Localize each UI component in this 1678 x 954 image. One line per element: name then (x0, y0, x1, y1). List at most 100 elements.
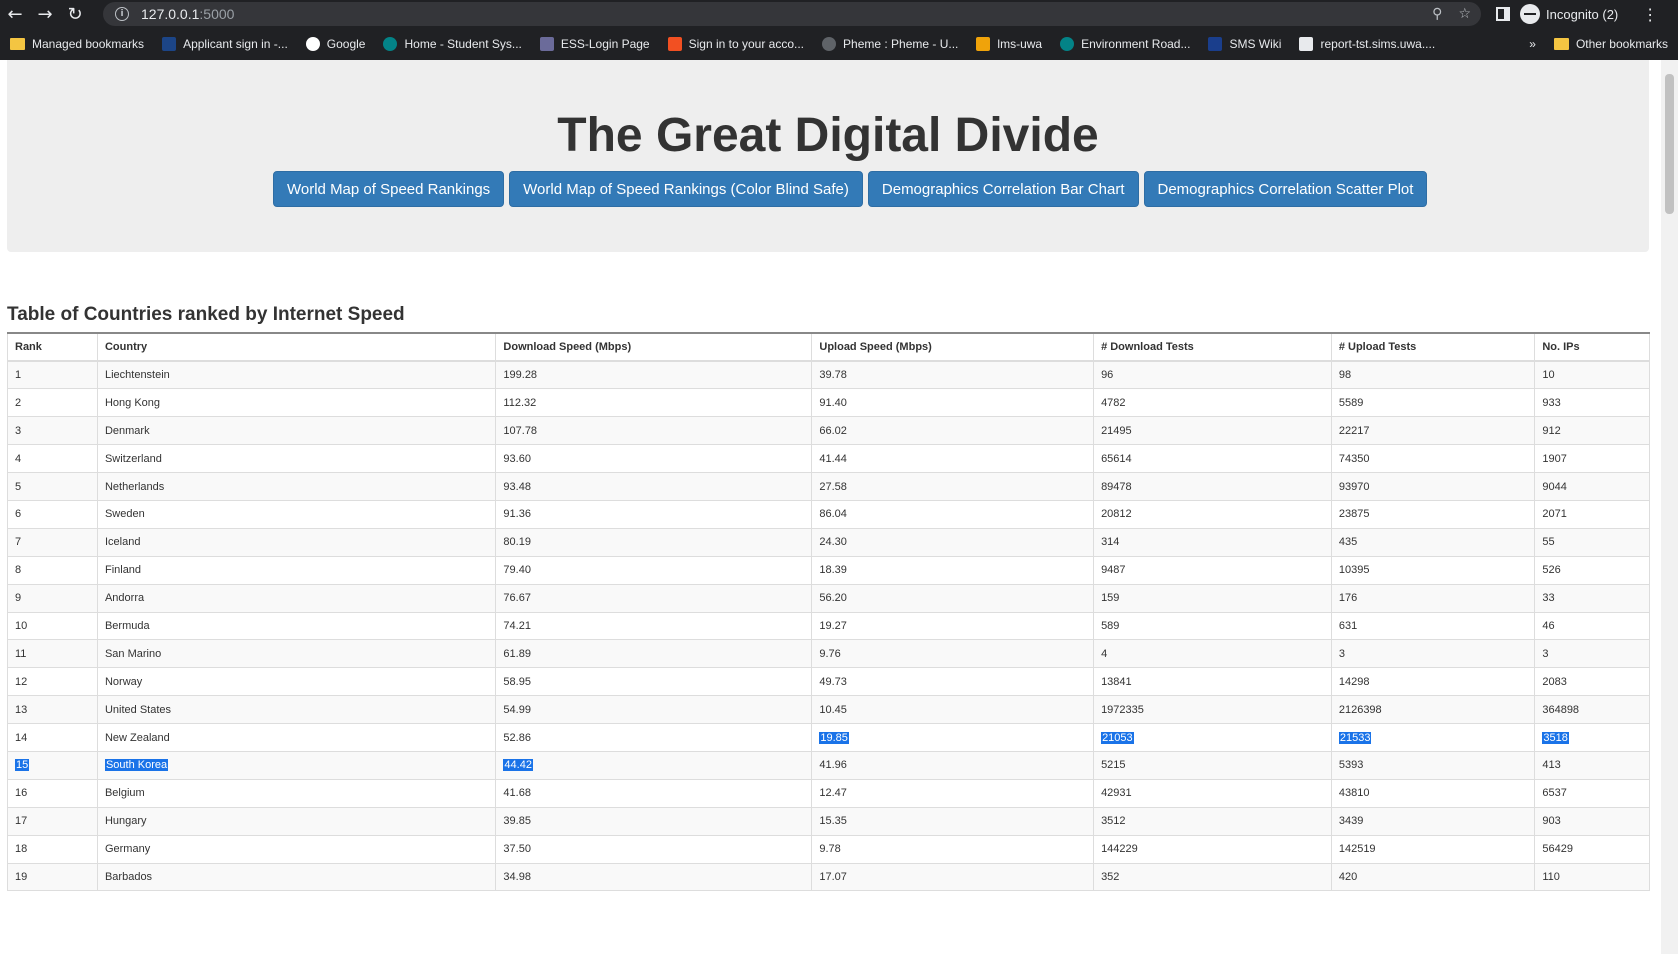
wiki-icon (1208, 37, 1223, 51)
table-cell: 352 (1093, 862, 1332, 892)
table-cell: 3 (7, 416, 98, 446)
cell-text: 3439 (1338, 815, 1364, 828)
zoom-icon[interactable]: ⚲ (1432, 6, 1442, 22)
cell-text: 903 (1542, 815, 1561, 828)
table-row: 13 United States 54.99 10.45 1972335 2126398 3… (7, 695, 1650, 725)
table-cell: Bermuda (96, 611, 497, 641)
column-header[interactable]: Country (96, 332, 497, 362)
column-header[interactable]: # Download Tests (1093, 332, 1332, 362)
bookmark-item[interactable]: Applicant sign in -... (162, 37, 288, 51)
cell-text: 1972335 (1101, 703, 1144, 716)
demographics-bar-chart-button[interactable]: Demographics Correlation Bar Chart (867, 171, 1139, 207)
table-cell: 10 (7, 611, 98, 641)
cell-text: 27.58 (819, 480, 847, 493)
world-map-button[interactable]: World Map of Speed Rankings (273, 171, 505, 207)
table-cell: Germany (96, 834, 497, 864)
bookmark-label: Google (326, 37, 366, 51)
info-icon[interactable]: i (115, 7, 129, 21)
table-cell: 33 (1534, 583, 1650, 613)
bookmark-star-icon[interactable]: ☆ (1458, 6, 1471, 22)
table-cell: 3 (1534, 639, 1650, 669)
incognito-profile-button[interactable]: Incognito (2) (1520, 4, 1618, 24)
table-cell: 4 (7, 444, 98, 474)
cell-text: 4782 (1101, 396, 1126, 409)
bookmark-item[interactable]: Managed bookmarks (10, 37, 144, 51)
sharepoint-icon (383, 37, 398, 51)
table-cell: 9487 (1093, 555, 1332, 585)
cell-text: 91.40 (819, 396, 847, 409)
table-cell: 39.85 (495, 806, 813, 836)
table-cell: Iceland (96, 527, 497, 557)
address-bar[interactable]: i 127.0.0.1:5000 ⚲ ☆ (103, 2, 1481, 26)
table-cell: 5393 (1330, 750, 1536, 780)
cell-text: 79.40 (503, 564, 531, 577)
column-header[interactable]: # Upload Tests (1330, 332, 1536, 362)
table-cell: New Zealand (96, 723, 497, 752)
table-cell: 15.35 (811, 806, 1095, 836)
table-cell: 9.76 (811, 639, 1095, 669)
table-row: 5 Netherlands 93.48 27.58 89478 93970 9044 (7, 472, 1650, 501)
cell-text: 93970 (1338, 480, 1370, 493)
table-cell: 12 (7, 667, 98, 697)
table-cell: Hungary (96, 806, 497, 836)
column-header[interactable]: No. IPs (1534, 332, 1650, 362)
cell-text: 56.20 (819, 592, 847, 605)
table-cell: 80.19 (495, 527, 813, 557)
cell-text: Netherlands (104, 480, 165, 493)
cell-text: New Zealand (104, 731, 170, 744)
table-cell: 110 (1534, 862, 1650, 892)
table-cell: 16 (7, 778, 98, 808)
table-cell: 46 (1534, 611, 1650, 641)
table-cell: 2071 (1534, 499, 1650, 529)
bookmark-item[interactable]: Google (305, 37, 366, 51)
cell-text: 2071 (1542, 508, 1567, 521)
bookmark-item[interactable]: report-tst.sims.uwa.... (1299, 37, 1435, 51)
cell-text: Barbados (104, 870, 153, 883)
back-arrow-icon[interactable]: ← (0, 0, 30, 28)
column-header[interactable]: Download Speed (Mbps) (495, 332, 813, 362)
bookmark-item[interactable]: Environment Road... (1060, 37, 1190, 51)
cell-text: 2126398 (1338, 703, 1382, 716)
cell-text: 9487 (1101, 564, 1126, 577)
table-cell: South Korea (96, 750, 497, 780)
bookmark-item[interactable]: Home - Student Sys... (383, 37, 522, 51)
bookmark-label: ESS-Login Page (560, 37, 650, 51)
page-content: The Great Digital Divide World Map of Sp… (0, 60, 1678, 954)
cell-text: 314 (1101, 536, 1120, 549)
selected-cell-text: 21053 (1101, 731, 1134, 744)
table-cell: 11 (7, 639, 98, 669)
table-cell: 34.98 (495, 862, 813, 892)
scrollbar-thumb[interactable] (1665, 74, 1674, 214)
table-row: 14 New Zealand 52.86 19.85 21053 21533 3518 (7, 723, 1650, 752)
forward-arrow-icon[interactable]: → (30, 0, 60, 28)
world-map-colorblind-button[interactable]: World Map of Speed Rankings (Color Blind… (509, 171, 863, 207)
cell-text: 10 (15, 619, 28, 632)
table-cell: 1 (7, 360, 98, 390)
bookmark-item[interactable]: Pheme : Pheme - U... (822, 37, 958, 51)
table-cell: 19.27 (811, 611, 1095, 641)
other-bookmarks[interactable]: Other bookmarks (1553, 37, 1668, 51)
table-cell: 3518 (1534, 723, 1650, 752)
bookmark-label: lms-uwa (997, 37, 1043, 51)
bookmark-item[interactable]: ESS-Login Page (539, 37, 650, 51)
cell-text: 912 (1542, 424, 1561, 437)
table-cell: Liechtenstein (96, 360, 497, 390)
bookmarks-overflow-icon[interactable]: » (1529, 37, 1536, 51)
side-panel-icon[interactable] (1496, 7, 1510, 21)
reload-icon[interactable]: ↻ (60, 0, 90, 28)
column-header[interactable]: Rank (7, 332, 98, 362)
table-cell: 44.42 (495, 750, 813, 780)
bookmark-item[interactable]: SMS Wiki (1208, 37, 1281, 51)
bookmark-item[interactable]: Sign in to your acco... (667, 37, 804, 51)
url-text[interactable]: 127.0.0.1:5000 (141, 6, 234, 22)
table-row: 3 Denmark 107.78 66.02 21495 22217 912 (7, 416, 1650, 446)
table-row: 8 Finland 79.40 18.39 9487 10395 526 (7, 555, 1650, 585)
selected-cell-text: South Korea (104, 759, 169, 772)
table-cell: 61.89 (495, 639, 813, 669)
page-scrollbar[interactable] (1661, 60, 1678, 954)
bookmark-item[interactable]: lms-uwa (976, 37, 1042, 51)
demographics-scatter-plot-button[interactable]: Demographics Correlation Scatter Plot (1143, 171, 1428, 207)
menu-kebab-icon[interactable]: ⋮ (1642, 5, 1658, 24)
url-host: 127.0.0.1 (141, 6, 200, 22)
column-header[interactable]: Upload Speed (Mbps) (811, 332, 1095, 362)
